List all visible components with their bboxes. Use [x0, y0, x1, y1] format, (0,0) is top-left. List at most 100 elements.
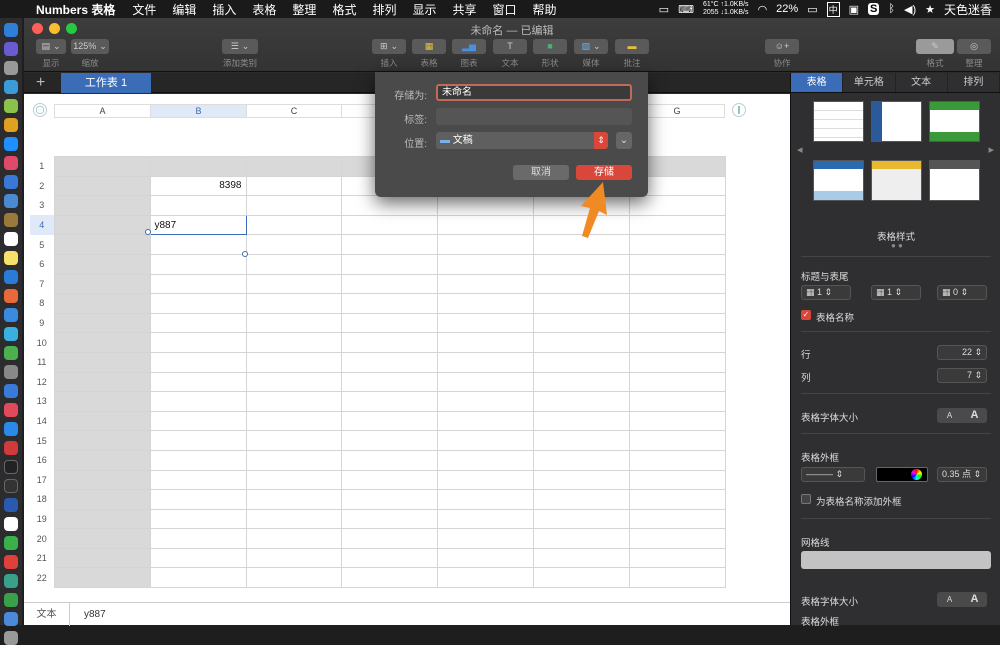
vpn-icon[interactable]: [4, 498, 18, 512]
table-cell[interactable]: [436, 312, 534, 334]
table-cell[interactable]: [149, 430, 247, 451]
table-cell[interactable]: [53, 332, 151, 353]
yandex-icon[interactable]: [4, 517, 18, 531]
table-style-2[interactable]: [871, 101, 922, 142]
table-cell[interactable]: [245, 528, 342, 549]
table-cell[interactable]: 8398: [149, 175, 247, 197]
table-cell[interactable]: [149, 351, 247, 373]
table-cell[interactable]: [245, 410, 342, 432]
outline-name-checkbox[interactable]: [801, 494, 811, 504]
table-cell[interactable]: [53, 195, 151, 216]
table-cell[interactable]: [436, 214, 534, 236]
table-cell[interactable]: [436, 195, 534, 216]
table-cell[interactable]: [245, 371, 342, 393]
table-style-6[interactable]: [929, 160, 980, 201]
notes-icon[interactable]: [4, 251, 18, 265]
row-header[interactable]: 2: [30, 176, 54, 196]
header-cols-stepper[interactable]: ▦ 1 ⇕: [871, 285, 921, 300]
table-cell[interactable]: [245, 489, 342, 510]
numbers-icon[interactable]: [4, 593, 18, 607]
table-cell[interactable]: [340, 410, 438, 432]
cancel-button[interactable]: 取消: [513, 165, 569, 180]
s-app-icon[interactable]: S: [868, 3, 880, 15]
music-icon[interactable]: [4, 403, 18, 417]
row-header[interactable]: 9: [30, 313, 54, 333]
table-cell[interactable]: [436, 449, 534, 471]
table-cell[interactable]: [628, 253, 726, 275]
app-icon[interactable]: [4, 270, 18, 284]
chevron-right-icon[interactable]: ▸: [988, 143, 994, 156]
insert-button[interactable]: ⊞ ⌄: [372, 39, 406, 54]
collaborate-button[interactable]: ☺+: [765, 39, 799, 54]
weibo-icon[interactable]: [4, 555, 18, 569]
outline-width-stepper[interactable]: 0.35 点 ⇕: [937, 467, 987, 482]
row-header[interactable]: 7: [30, 274, 54, 294]
table-cell[interactable]: [149, 273, 247, 295]
table-cell[interactable]: [53, 273, 151, 295]
shape-tool[interactable]: ■ 形状: [532, 39, 568, 69]
table-cell[interactable]: [53, 410, 151, 432]
table-cell[interactable]: [149, 449, 247, 471]
table-cell[interactable]: [436, 351, 534, 373]
expand-dialog-button[interactable]: ⌄: [616, 132, 632, 149]
table-cell[interactable]: [149, 547, 247, 569]
table-cell[interactable]: [53, 156, 151, 177]
view-button[interactable]: ▤ ⌄: [36, 39, 66, 54]
font-larger-button[interactable]: A: [962, 408, 987, 423]
vivaldi-icon[interactable]: [4, 441, 18, 455]
save-as-input[interactable]: 未命名: [436, 84, 632, 101]
table-cell[interactable]: [340, 273, 438, 295]
table-cell[interactable]: [149, 293, 247, 314]
table-cell[interactable]: [245, 214, 342, 236]
table-cell[interactable]: [340, 469, 438, 491]
table-cell[interactable]: [53, 253, 151, 275]
row-header[interactable]: 12: [30, 372, 54, 392]
table-cell[interactable]: [340, 391, 438, 412]
table-cell[interactable]: [340, 528, 438, 549]
table-cell[interactable]: [340, 293, 438, 314]
table-cell[interactable]: [53, 175, 151, 197]
row-header[interactable]: 20: [30, 528, 54, 549]
table-tool[interactable]: ▦ 表格: [411, 39, 447, 69]
font-size-buttons[interactable]: AA: [937, 408, 987, 423]
location-select[interactable]: ▬ 文稿 ⇕: [436, 132, 608, 149]
table-cell[interactable]: [628, 332, 726, 353]
row-header[interactable]: 1: [30, 156, 54, 177]
row-header[interactable]: 17: [30, 470, 54, 490]
tab-text[interactable]: 文本: [896, 73, 948, 92]
table-cell[interactable]: [53, 489, 151, 510]
chrome-icon[interactable]: [4, 118, 18, 132]
column-header[interactable]: C: [246, 104, 341, 118]
table-cell[interactable]: [628, 469, 726, 491]
chart-tool[interactable]: ▂▅ 图表: [451, 39, 487, 69]
table-cell[interactable]: [532, 351, 630, 373]
table-cell[interactable]: [245, 430, 342, 451]
table-cell[interactable]: [340, 312, 438, 334]
launchpad-icon[interactable]: [4, 61, 18, 75]
table-cell[interactable]: [436, 371, 534, 393]
display-icon[interactable]: ▭: [659, 3, 669, 16]
table-cell[interactable]: [53, 351, 151, 373]
table-cell[interactable]: [532, 469, 630, 491]
table-style-4[interactable]: [813, 160, 864, 201]
table-cell[interactable]: [53, 469, 151, 491]
format-tool[interactable]: ✎ 格式: [916, 39, 954, 69]
input-method[interactable]: 中: [826, 1, 840, 17]
table-cell[interactable]: [628, 547, 726, 569]
table-cell[interactable]: [628, 371, 726, 393]
menu-file[interactable]: 文件: [132, 1, 156, 18]
row-header[interactable]: 11: [30, 352, 54, 373]
table-cell[interactable]: [245, 293, 342, 314]
table-cell[interactable]: [53, 508, 151, 530]
table-cell[interactable]: [53, 528, 151, 549]
table-cell[interactable]: [53, 547, 151, 569]
save-button[interactable]: 存储: [576, 165, 632, 180]
app-icon[interactable]: [4, 346, 18, 360]
table-cell[interactable]: [628, 449, 726, 471]
table-cell[interactable]: [532, 273, 630, 295]
column-header[interactable]: A: [54, 104, 150, 118]
gridline-buttons[interactable]: [801, 551, 991, 569]
app-icon[interactable]: [4, 574, 18, 588]
row-header[interactable]: 15: [30, 430, 54, 451]
table-cell[interactable]: [436, 430, 534, 451]
